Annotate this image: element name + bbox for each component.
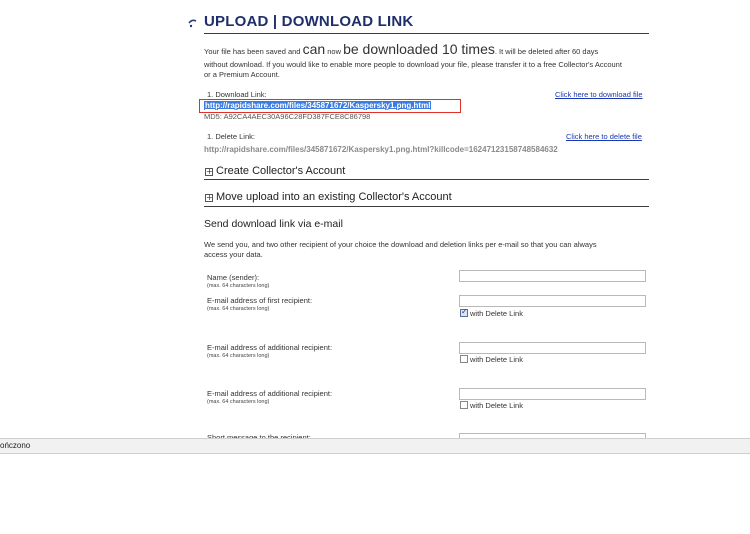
email1-max-hint: (max. 64 characters long) [207,306,270,312]
download-url-box[interactable]: http://rapidshare.com/files/345871672/Ka… [199,99,461,113]
expand-create-account-icon[interactable]: + [205,168,213,176]
name-max-hint: (max. 64 characters long) [207,283,270,289]
title-divider [204,33,649,34]
delete-file-link[interactable]: Click here to delete file [566,132,642,141]
create-account-heading[interactable]: Create Collector's Account [216,165,345,177]
delete-url[interactable]: http://rapidshare.com/files/345871672/Ka… [204,145,558,154]
email3-max-hint: (max. 64 characters long) [207,399,270,405]
expand-move-upload-icon[interactable]: + [205,194,213,202]
intro-part2: now [327,47,341,56]
email-form-desc-line1: We send you, and two other recipient of … [204,240,597,249]
create-account-divider [204,179,649,180]
download-label: 1. Download Link: [207,90,267,99]
intro-line2: without download. If you would like to e… [204,60,622,69]
intro-downloaded: be downloaded 10 times [343,41,495,57]
delete-label: 1. Delete Link: [207,132,255,141]
email2-delete-link-checkbox[interactable] [460,355,468,363]
email2-label: E-mail address of additional recipient: [207,343,333,352]
email1-label: E-mail address of first recipient: [207,296,313,305]
email3-delete-link-checkbox[interactable] [460,401,468,409]
email2-input[interactable] [459,342,646,354]
name-label: Name (sender): [207,273,260,282]
browser-status-bar: ończono [0,438,750,454]
page-title: UPLOAD | DOWNLOAD LINK [204,13,414,30]
email3-label: E-mail address of additional recipient: [207,389,333,398]
email-form-desc-line2: access your data. [204,250,263,259]
name-input[interactable] [459,270,646,282]
email-form-heading: Send download link via e-mail [204,218,343,230]
status-text: ończono [0,441,31,450]
email1-input[interactable] [459,295,646,307]
intro-part3: . It will be deleted after 60 days [494,47,599,56]
intro-can: can [302,41,326,57]
email3-delete-link-label: with Delete Link [470,401,523,410]
move-upload-divider [204,206,649,207]
intro-line3: or a Premium Account. [204,70,280,79]
move-upload-heading[interactable]: Move upload into an existing Collector's… [216,191,452,203]
email2-delete-link-label: with Delete Link [470,355,523,364]
email1-delete-link-checkbox[interactable] [460,307,468,317]
md5-hash: MD5: A92CA4AEC30A96C28FD387FCE8C86798 [204,112,371,121]
intro-text: Your file has been saved and can now be … [204,41,654,57]
intro-part1: Your file has been saved and [204,47,301,56]
email2-max-hint: (max. 64 characters long) [207,353,270,359]
download-file-link[interactable]: Click here to download file [555,90,643,99]
email3-input[interactable] [459,388,646,400]
download-url[interactable]: http://rapidshare.com/files/345871672/Ka… [204,101,432,110]
email1-delete-link-label: with Delete Link [470,309,523,318]
header-logo-icon [188,15,197,28]
